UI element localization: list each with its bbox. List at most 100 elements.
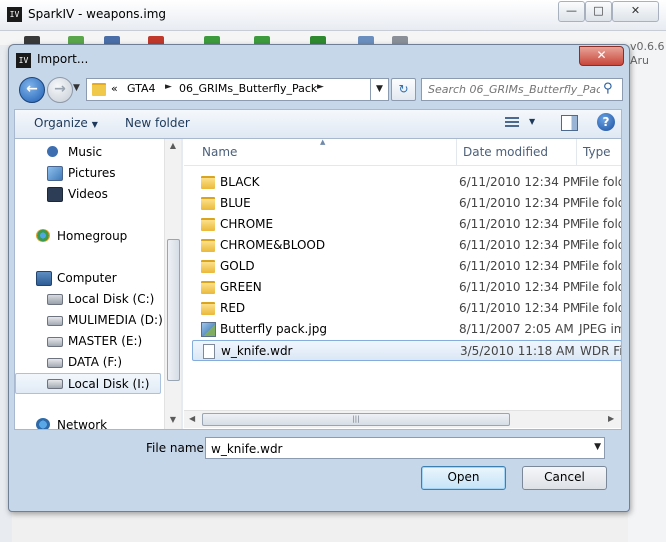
view-options-dropdown[interactable]: ▼: [529, 117, 535, 126]
nav-item-label: Network: [57, 418, 108, 429]
nav-item-music[interactable]: Music: [15, 142, 159, 162]
nav-item-local-disk-c[interactable]: Local Disk (C:): [15, 289, 159, 309]
file-row[interactable]: CHROME 6/11/2010 12:34 PM File folder: [192, 214, 621, 234]
minimize-button[interactable]: —: [558, 1, 585, 22]
navigation-scrollbar[interactable]: ▲ ▼: [164, 139, 181, 429]
address-bar[interactable]: « GTA4 ► 06_GRIMs_Butterfly_Pack ►: [86, 78, 384, 101]
recent-locations-button[interactable]: ▼: [73, 83, 80, 93]
file-row[interactable]: RED 6/11/2010 12:34 PM File folder: [192, 298, 621, 318]
file-name: RED: [220, 301, 246, 315]
folder-icon: [201, 218, 215, 231]
organize-label: Organize: [34, 116, 88, 130]
scrollbar-thumb[interactable]: [167, 239, 180, 381]
refresh-button[interactable]: ↻: [391, 78, 416, 101]
preview-pane-icon[interactable]: [561, 115, 578, 131]
help-icon[interactable]: ?: [597, 113, 615, 131]
file-date: 6/11/2010 12:34 PM: [459, 217, 581, 231]
pictures-icon: [47, 166, 63, 181]
file-type: File folder: [579, 196, 621, 210]
column-divider[interactable]: [576, 139, 577, 165]
nav-item-local-disk-i[interactable]: Local Disk (I:): [15, 373, 161, 394]
nav-item-network[interactable]: Network: [15, 415, 159, 429]
breadcrumb-overflow[interactable]: «: [111, 82, 118, 95]
folder-icon: [201, 281, 215, 294]
nav-item-videos[interactable]: Videos: [15, 184, 159, 204]
nav-item-label: DATA (F:): [68, 355, 123, 369]
file-name: BLACK: [220, 175, 260, 189]
breadcrumb-gta4[interactable]: GTA4: [127, 82, 156, 95]
nav-item-pictures[interactable]: Pictures: [15, 163, 159, 183]
horizontal-scrollbar[interactable]: ◀ ||| ▶: [184, 410, 621, 428]
file-name-input[interactable]: [209, 440, 583, 457]
search-icon[interactable]: ⚲: [603, 81, 613, 96]
file-type: File folder: [579, 259, 621, 273]
file-type: File folder: [579, 280, 621, 294]
file-row[interactable]: GOLD 6/11/2010 12:34 PM File folder: [192, 256, 621, 276]
file-name: GREEN: [220, 280, 262, 294]
file-name-combo[interactable]: ▼: [205, 437, 605, 459]
arrow-right-icon: →: [54, 81, 66, 97]
file-list: ▲ Name Date modified Type BLACK 6/11/201…: [184, 139, 621, 429]
nav-item-computer[interactable]: Computer: [15, 268, 159, 288]
folder-icon: [201, 239, 215, 252]
breadcrumb-current-folder[interactable]: 06_GRIMs_Butterfly_Pack: [179, 82, 317, 95]
restore-button[interactable]: □: [585, 1, 612, 22]
column-divider[interactable]: [456, 139, 457, 165]
file-row[interactable]: CHROME&BLOOD 6/11/2010 12:34 PM File fol…: [192, 235, 621, 255]
videos-icon: [47, 187, 63, 202]
column-header-date-modified[interactable]: Date modified: [463, 145, 548, 159]
cancel-button[interactable]: Cancel: [522, 466, 607, 490]
file-date: 6/11/2010 12:34 PM: [459, 238, 581, 252]
nav-item-master-e[interactable]: MASTER (E:): [15, 331, 159, 351]
file-date: 6/11/2010 12:34 PM: [459, 301, 581, 315]
change-view-icon[interactable]: [505, 117, 519, 128]
back-button[interactable]: ←: [19, 77, 45, 103]
search-input[interactable]: [426, 81, 602, 98]
scrollbar-thumb[interactable]: |||: [202, 413, 510, 426]
column-header-name[interactable]: Name: [202, 145, 237, 159]
new-folder-button[interactable]: New folder: [125, 116, 190, 130]
scroll-left-icon[interactable]: ◀: [189, 414, 195, 423]
search-box[interactable]: ⚲: [421, 78, 623, 101]
file-row-selected[interactable]: w_knife.wdr 3/5/2010 11:18 AM WDR File: [192, 340, 621, 361]
nav-item-data-f[interactable]: DATA (F:): [15, 352, 159, 372]
file-date: 6/11/2010 12:34 PM: [459, 280, 581, 294]
pane-splitter[interactable]: [181, 139, 183, 429]
nav-item-label: Local Disk (I:): [68, 377, 150, 391]
scroll-up-icon[interactable]: ▲: [165, 141, 181, 150]
file-row[interactable]: Butterfly pack.jpg 8/11/2007 2:05 AM JPE…: [192, 319, 621, 339]
nav-item-label: Computer: [57, 271, 117, 285]
nav-item-homegroup[interactable]: Homegroup: [15, 226, 159, 246]
parent-close-button[interactable]: ✕: [612, 1, 659, 22]
dialog-app-icon: IV: [16, 53, 31, 68]
chevron-down-icon: ▼: [91, 120, 98, 129]
parent-titlebar: IV SparkIV - weapons.img — □ ✕: [0, 0, 666, 31]
sort-ascending-icon: ▲: [320, 139, 326, 146]
version-text: v0.6.6: [630, 40, 665, 53]
nav-item-label: MASTER (E:): [68, 334, 143, 348]
file-row[interactable]: BLACK 6/11/2010 12:34 PM File folder: [192, 172, 621, 192]
dialog-close-button[interactable]: ✕: [579, 46, 624, 66]
chevron-down-icon: ▼: [73, 83, 80, 93]
forward-button[interactable]: →: [47, 77, 73, 103]
file-row[interactable]: GREEN 6/11/2010 12:34 PM File folder: [192, 277, 621, 297]
scroll-down-icon[interactable]: ▼: [165, 415, 181, 424]
file-type: File folder: [579, 238, 621, 252]
chevron-down-icon[interactable]: ▼: [594, 442, 601, 452]
open-button[interactable]: Open: [421, 466, 506, 490]
file-name: BLUE: [220, 196, 251, 210]
column-header-type[interactable]: Type: [583, 145, 611, 159]
chevron-right-icon[interactable]: ►: [317, 82, 324, 92]
file-name: CHROME: [220, 217, 274, 231]
nav-item-mulimedia-d[interactable]: MULIMEDIA (D:): [15, 310, 163, 330]
file-type: File folder: [579, 217, 621, 231]
address-dropdown-button[interactable]: ▼: [370, 78, 389, 101]
nav-item-label: Homegroup: [57, 229, 128, 243]
chevron-down-icon: ▼: [376, 84, 383, 94]
organize-button[interactable]: Organize ▼: [34, 116, 98, 130]
dialog-title: Import...: [37, 52, 89, 66]
file-row[interactable]: BLUE 6/11/2010 12:34 PM File folder: [192, 193, 621, 213]
arrow-left-icon: ←: [26, 81, 38, 97]
chevron-right-icon[interactable]: ►: [165, 82, 172, 92]
scroll-right-icon[interactable]: ▶: [608, 414, 614, 423]
